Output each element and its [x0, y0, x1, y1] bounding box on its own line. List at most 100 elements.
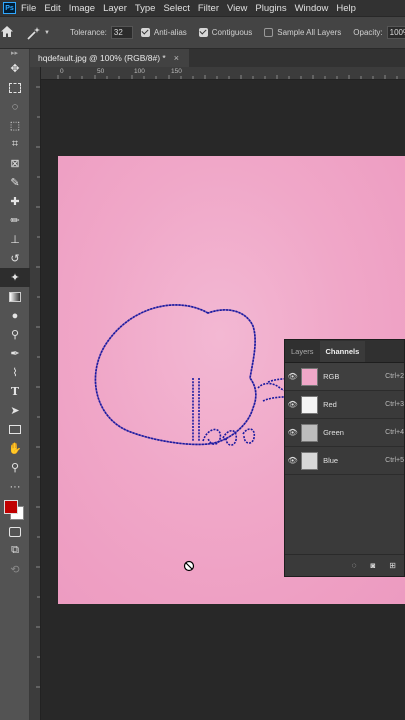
options-bar: ▼ Tolerance: Anti-alias Contiguous Sampl…	[0, 17, 405, 49]
crop-tool-icon[interactable]: ⌗	[0, 135, 30, 154]
checkbox-unchecked-icon	[264, 28, 274, 37]
panel-footer: ◌ ◙ ⊞	[285, 554, 404, 576]
eye-icon[interactable]: 👁	[285, 400, 300, 409]
home-icon	[1, 26, 13, 37]
screen-mode-icon[interactable]: ⧉	[0, 541, 30, 560]
frame-tool-icon[interactable]: ⊠	[0, 154, 30, 173]
magic-wand-tool-icon[interactable]: ✦	[0, 268, 30, 287]
load-selection-icon[interactable]: ◌	[352, 561, 357, 570]
chevron-down-icon: ▼	[44, 29, 50, 36]
document-title: hqdefault.jpg @ 100% (RGB/8#) *	[38, 53, 166, 63]
channel-name: Blue	[323, 456, 339, 465]
ruler-tick-label: 50	[97, 68, 105, 75]
menu-bar: Ps File Edit Image Layer Type Select Fil…	[0, 0, 405, 16]
menu-edit[interactable]: Edit	[44, 3, 60, 14]
lasso-tool-icon[interactable]: ◌	[0, 97, 30, 116]
home-button[interactable]	[0, 25, 14, 40]
blur-tool-icon[interactable]: ●	[0, 306, 30, 325]
menu-layer[interactable]: Layer	[103, 3, 127, 14]
channel-name: RGB	[323, 372, 340, 381]
channel-row-green[interactable]: 👁 Green Ctrl+4	[285, 419, 404, 447]
document-tab-bar: hqdefault.jpg @ 100% (RGB/8#) * ×	[30, 49, 405, 67]
photoshop-logo: Ps	[3, 2, 16, 14]
tab-layers[interactable]: Layers	[285, 347, 320, 362]
menu-plugins[interactable]: Plugins	[255, 3, 286, 14]
healing-brush-tool-icon[interactable]: ✚	[0, 192, 30, 211]
object-selection-tool-icon[interactable]: ⬚	[0, 116, 30, 135]
quick-mask-icon[interactable]	[0, 522, 30, 541]
pen-tool-alt-icon[interactable]: ⌇	[0, 363, 30, 382]
channel-row-blue[interactable]: 👁 Blue Ctrl+5	[285, 447, 404, 475]
vertical-ruler[interactable]	[30, 67, 41, 720]
document-tab[interactable]: hqdefault.jpg @ 100% (RGB/8#) * ×	[30, 49, 189, 67]
gradient-tool-icon[interactable]	[0, 287, 30, 306]
channel-row-rgb[interactable]: 👁 RGB Ctrl+2	[285, 363, 404, 391]
channel-name: Red	[323, 400, 337, 409]
path-selection-tool-icon[interactable]: ➤	[0, 401, 30, 420]
eyedropper-tool-icon[interactable]: ✎	[0, 173, 30, 192]
tab-channels[interactable]: Channels	[319, 341, 366, 362]
eye-icon[interactable]: 👁	[285, 456, 300, 465]
ruler-tick-label: 150	[171, 68, 182, 75]
type-tool-icon[interactable]: T	[0, 382, 30, 401]
menu-filter[interactable]: Filter	[198, 3, 219, 14]
dodge-tool-icon[interactable]: ⚲	[0, 325, 30, 344]
clone-stamp-tool-icon[interactable]: ⊥	[0, 230, 30, 249]
magic-wand-icon	[27, 26, 40, 40]
eye-icon[interactable]: 👁	[285, 372, 300, 381]
channel-thumbnail-rgb	[301, 367, 319, 386]
new-channel-icon[interactable]: ⊞	[389, 561, 396, 570]
tolerance-label: Tolerance:	[69, 28, 107, 37]
history-brush-tool-icon[interactable]: ↺	[0, 249, 30, 268]
menu-select[interactable]: Select	[163, 3, 189, 14]
channel-shortcut: Ctrl+5	[385, 457, 405, 464]
zoom-tool-icon[interactable]: ⚲	[0, 458, 30, 477]
channel-name: Green	[323, 428, 344, 437]
menu-view[interactable]: View	[227, 3, 247, 14]
sample-all-layers-checkbox[interactable]: Sample All Layers	[264, 28, 341, 37]
marquee-tool-icon[interactable]	[0, 78, 30, 97]
channel-shortcut: Ctrl+4	[385, 429, 405, 436]
channel-thumbnail-red	[301, 395, 319, 414]
horizontal-ruler[interactable]: 0 50 100 150	[40, 67, 405, 80]
edit-toolbar-icon[interactable]: ⟲	[0, 560, 30, 579]
checkbox-checked-icon	[198, 28, 208, 37]
move-tool-icon[interactable]: ✥	[0, 59, 30, 78]
anti-alias-checkbox[interactable]: Anti-alias	[140, 28, 187, 37]
menu-image[interactable]: Image	[69, 3, 95, 14]
collapse-toolbar-button[interactable]: ▸▸	[0, 49, 29, 59]
contiguous-checkbox[interactable]: Contiguous	[198, 28, 252, 37]
panel-tab-bar: Layers Channels	[285, 340, 404, 363]
more-tools-icon[interactable]: ···	[0, 477, 30, 496]
menu-window[interactable]: Window	[295, 3, 329, 14]
foreground-color-swatch[interactable]	[4, 500, 18, 514]
channel-shortcut: Ctrl+3	[385, 401, 405, 408]
tool-preset-picker[interactable]: ▼	[26, 26, 50, 40]
opacity-input[interactable]	[386, 26, 405, 39]
close-icon[interactable]: ×	[174, 53, 179, 63]
channel-shortcut: Ctrl+2	[385, 373, 405, 380]
tolerance-input[interactable]	[110, 26, 133, 39]
channel-thumbnail-green	[301, 423, 319, 442]
rectangle-tool-icon[interactable]	[0, 420, 30, 439]
pen-tool-icon[interactable]: ✒	[0, 344, 30, 363]
menu-help[interactable]: Help	[336, 3, 356, 14]
brush-tool-icon[interactable]: ✏	[0, 211, 30, 230]
ruler-tick-label: 0	[60, 68, 64, 75]
ruler-tick-label: 100	[134, 68, 145, 75]
tools-panel: ▸▸ ✥ ◌ ⬚ ⌗ ⊠ ✎ ✚ ✏ ⊥ ↺ ✦ ● ⚲ ✒ ⌇ T ➤ ✋ ⚲…	[0, 49, 30, 720]
menu-file[interactable]: File	[21, 3, 36, 14]
hand-tool-icon[interactable]: ✋	[0, 439, 30, 458]
save-selection-icon[interactable]: ◙	[370, 561, 375, 570]
channels-panel: Layers Channels 👁 RGB Ctrl+2 👁 Red Ctrl+…	[284, 339, 405, 577]
ruler-ticks	[57, 75, 398, 79]
no-entry-cursor-icon	[183, 560, 195, 572]
checkbox-checked-icon	[140, 28, 150, 37]
channel-row-red[interactable]: 👁 Red Ctrl+3	[285, 391, 404, 419]
ruler-ticks	[36, 86, 40, 688]
opacity-label: Opacity:	[353, 28, 383, 37]
anti-alias-label: Anti-alias	[153, 28, 187, 37]
eye-icon[interactable]: 👁	[285, 428, 300, 437]
color-swatches[interactable]	[0, 496, 30, 522]
menu-type[interactable]: Type	[135, 3, 156, 14]
